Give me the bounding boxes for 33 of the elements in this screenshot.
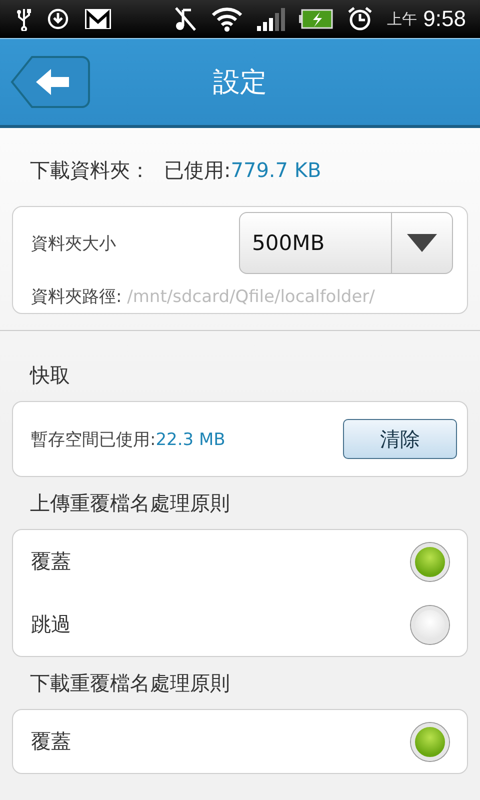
setting-label: 資料夾路徑:: [31, 287, 122, 307]
used-value: 779.7 KB: [230, 158, 322, 182]
music-off-icon: [173, 6, 198, 32]
radio-button[interactable]: [411, 722, 449, 760]
am-pm-label: 上午: [387, 10, 418, 28]
radio-button[interactable]: [411, 606, 449, 644]
usb-icon: [16, 7, 32, 31]
option-label: 覆蓋: [31, 728, 71, 755]
option-label: 跳過: [31, 611, 71, 638]
battery-charging-icon: [299, 9, 334, 29]
alarm-clock-icon: [347, 6, 374, 32]
clear-button[interactable]: 清除: [343, 419, 457, 459]
section-heading: 下載資料夾：: [30, 156, 150, 184]
download-icon: [46, 7, 70, 31]
cache-used-value: 22.3 MB: [156, 430, 226, 450]
screen-title: 設定: [212, 66, 268, 100]
dropdown-value: 500MB: [251, 230, 326, 257]
signal-icon: [257, 7, 286, 31]
size-dropdown[interactable]: 500MB: [239, 212, 453, 274]
used-label: 已使用:: [164, 156, 231, 184]
section-heading: 快取: [30, 362, 70, 388]
cache-used-label: 暫存空間已使用:: [31, 430, 156, 450]
option-label: 覆蓋: [31, 548, 71, 575]
radio-button[interactable]: [411, 542, 449, 580]
section-heading: 下載重覆檔名處理原則: [30, 670, 230, 696]
folder-path: /mnt/sdcard/Qfile/localfolder/: [126, 287, 375, 307]
setting-label: 資料夾大小: [31, 232, 116, 254]
back-button[interactable]: [10, 56, 90, 108]
wifi-icon: [211, 6, 244, 32]
clock-time: 9:58: [423, 6, 466, 32]
section-heading: 上傳重覆檔名處理原則: [30, 490, 230, 516]
mail-icon: [84, 8, 112, 30]
caret-icon: [407, 234, 437, 252]
